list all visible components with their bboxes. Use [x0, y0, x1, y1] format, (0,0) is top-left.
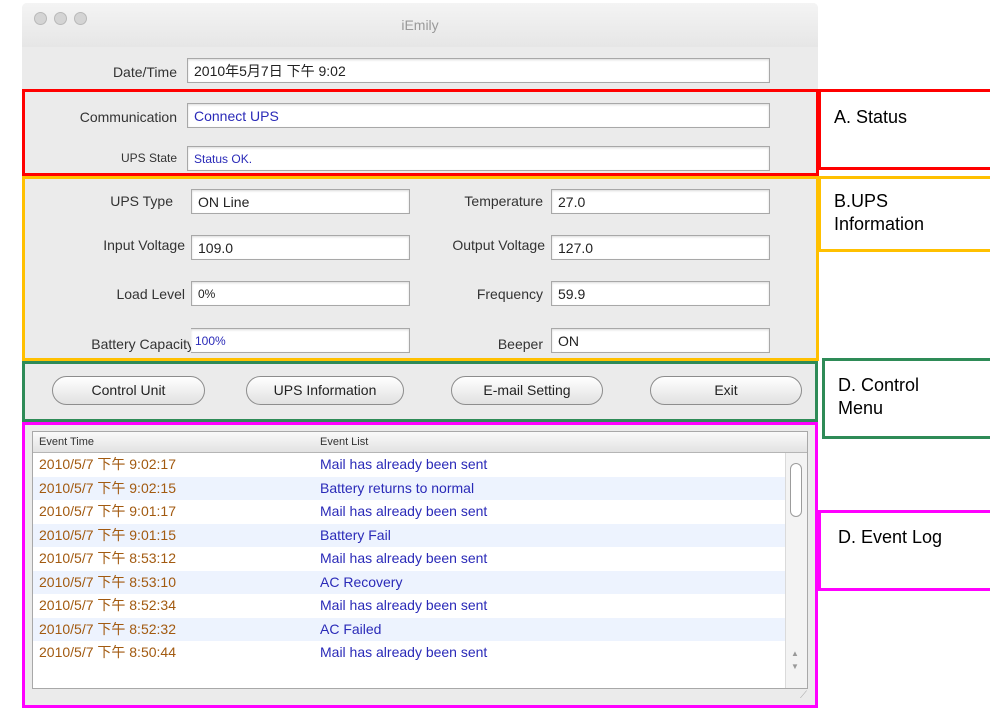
datetime-field: 2010年5月7日 下午 9:02	[187, 58, 770, 83]
status-annotation-label: A. Status	[834, 107, 908, 127]
status-section-box	[22, 89, 819, 176]
control-menu-annotation-label: D. Control Menu	[838, 375, 920, 418]
event-log-annotation-label: D. Event Log	[838, 527, 943, 547]
control-menu-section-box	[22, 361, 818, 422]
resize-grip-icon[interactable]: ⟋	[800, 690, 807, 701]
datetime-label: Date/Time	[112, 64, 177, 80]
event-log-section-box	[22, 422, 818, 708]
ups-information-annotation-label: B.UPS Information	[834, 191, 925, 234]
status-annotation-box	[818, 89, 990, 170]
event-log-annotation-box	[818, 510, 990, 591]
window-title: iEmily	[401, 17, 439, 33]
title-bar: iEmily	[22, 3, 818, 47]
ups-information-section-box	[22, 176, 819, 361]
